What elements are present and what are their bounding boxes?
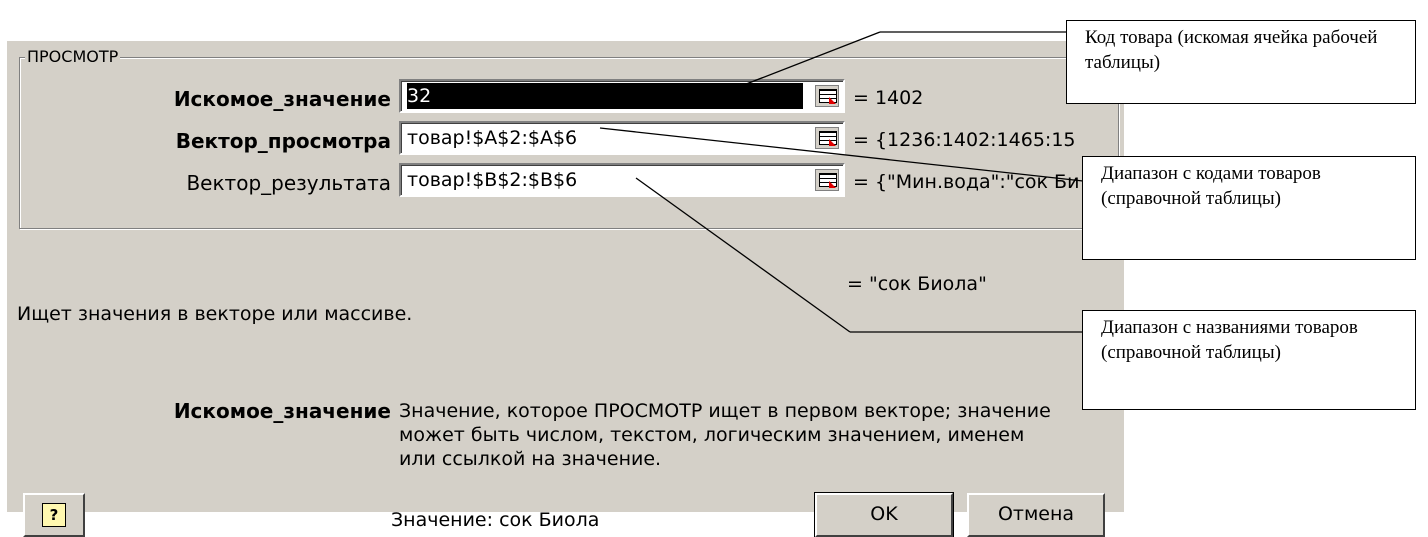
callout-line-product-code-diag [735,31,881,89]
callout-product-code: Код товара (искомая ячейка рабочей табли… [1066,20,1416,104]
callout-code-range: Диапазон с кодами товаров (справочной та… [1082,156,1416,260]
callout-line-code-range [599,127,1093,183]
callout-name-range: Диапазон с названиями товаров (справочно… [1082,310,1416,410]
value-line: Значение: сок Биола [391,509,600,531]
callout-line-name-range-diag [635,177,851,333]
